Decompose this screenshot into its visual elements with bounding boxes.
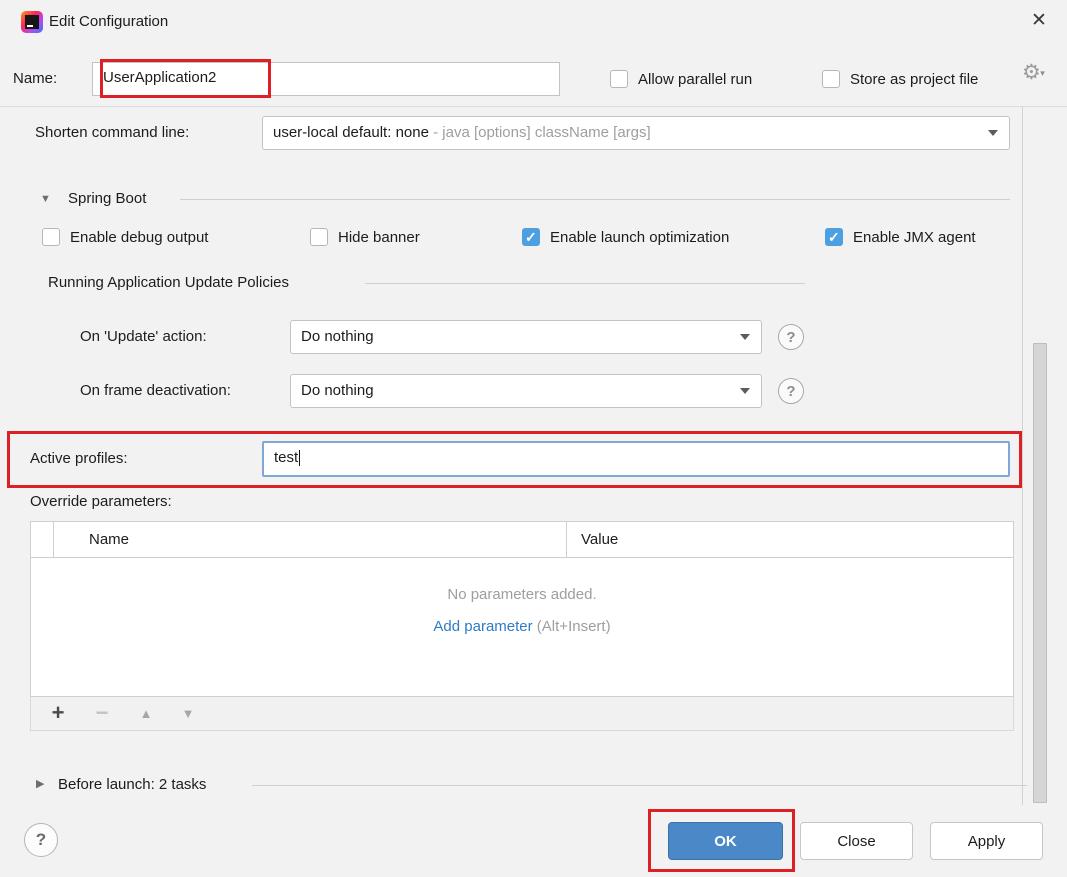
text-caret <box>299 450 300 466</box>
panel-top-border <box>0 106 1067 107</box>
allow-parallel-run-checkbox[interactable] <box>610 70 628 88</box>
before-launch-expand-icon[interactable]: ▶ <box>36 779 44 790</box>
before-launch-label: Before launch: 2 tasks <box>58 776 206 794</box>
name-label: Name: <box>13 70 57 88</box>
add-parameter-shortcut: (Alt+Insert) <box>533 618 611 635</box>
override-parameters-label: Override parameters: <box>30 493 172 511</box>
edit-configuration-dialog: Edit Configuration ✕ Name: UserApplicati… <box>0 0 1067 877</box>
help-icon[interactable]: ? <box>778 378 804 404</box>
enable-jmx-agent-checkbox[interactable] <box>825 228 843 246</box>
panel-right-border <box>1022 106 1023 805</box>
update-policies-section-title: Running Application Update Policies <box>48 274 289 292</box>
allow-parallel-run-label: Allow parallel run <box>638 71 752 89</box>
enable-jmx-agent-label: Enable JMX agent <box>853 229 976 247</box>
store-as-project-file-label: Store as project file <box>850 71 978 89</box>
add-parameter-line: Add parameter (Alt+Insert) <box>31 618 1013 635</box>
chevron-down-icon <box>740 388 750 394</box>
table-toolbar: + − ▲ ▼ <box>30 697 1014 731</box>
chevron-down-icon <box>988 130 998 136</box>
name-input-value: UserApplication2 <box>103 63 216 93</box>
column-header-name: Name <box>89 531 129 549</box>
ok-button[interactable]: OK <box>668 822 783 860</box>
active-profiles-label: Active profiles: <box>30 450 128 468</box>
add-icon[interactable]: + <box>43 697 73 729</box>
enable-debug-output-checkbox[interactable] <box>42 228 60 246</box>
on-update-action-dropdown[interactable]: Do nothing <box>290 320 762 354</box>
enable-debug-output-label: Enable debug output <box>70 229 208 247</box>
apply-button[interactable]: Apply <box>930 822 1043 860</box>
remove-icon[interactable]: − <box>87 697 117 729</box>
spring-boot-separator <box>180 199 1010 200</box>
hide-banner-label: Hide banner <box>338 229 420 247</box>
shorten-command-line-label: Shorten command line: <box>35 124 189 142</box>
spring-boot-collapse-icon[interactable]: ▼ <box>40 194 51 205</box>
dialog-help-button[interactable]: ? <box>24 823 58 857</box>
on-update-action-value: Do nothing <box>301 321 374 353</box>
table-header-row: Name Value <box>31 522 1013 558</box>
enable-launch-optimization-checkbox[interactable] <box>522 228 540 246</box>
close-button[interactable]: Close <box>800 822 913 860</box>
move-up-icon[interactable]: ▲ <box>131 697 161 729</box>
spring-boot-section-title: Spring Boot <box>68 190 146 208</box>
gear-icon[interactable]: ⚙ <box>1022 64 1041 82</box>
on-frame-deactivation-dropdown[interactable]: Do nothing <box>290 374 762 408</box>
active-profiles-value: test <box>274 449 298 466</box>
close-icon[interactable]: ✕ <box>1027 8 1051 32</box>
column-header-value: Value <box>581 531 618 549</box>
override-parameters-table: Name Value No parameters added. Add para… <box>30 521 1014 697</box>
on-frame-deactivation-label: On frame deactivation: <box>80 382 231 400</box>
enable-launch-optimization-label: Enable launch optimization <box>550 229 729 247</box>
empty-state-text: No parameters added. <box>31 586 1013 603</box>
add-parameter-link[interactable]: Add parameter <box>433 618 532 635</box>
shorten-command-line-dropdown[interactable]: user-local default: none - java [options… <box>262 116 1010 150</box>
chevron-down-icon <box>740 334 750 340</box>
hide-banner-checkbox[interactable] <box>310 228 328 246</box>
shorten-selected-value: user-local default: none <box>273 124 429 141</box>
before-launch-separator <box>252 785 1027 786</box>
on-frame-deactivation-value: Do nothing <box>301 375 374 407</box>
store-as-project-file-checkbox[interactable] <box>822 70 840 88</box>
help-icon[interactable]: ? <box>778 324 804 350</box>
update-policies-separator <box>365 283 805 284</box>
name-input[interactable]: UserApplication2 <box>92 62 560 96</box>
column-divider <box>53 522 54 558</box>
active-profiles-input[interactable]: test <box>262 441 1010 477</box>
scrollbar-thumb[interactable] <box>1033 343 1047 803</box>
on-update-action-label: On 'Update' action: <box>80 328 207 346</box>
intellij-logo-icon <box>21 11 43 33</box>
column-divider <box>566 522 567 558</box>
dialog-title: Edit Configuration <box>49 13 168 31</box>
move-down-icon[interactable]: ▼ <box>173 697 203 729</box>
shorten-selected-hint: - java [options] className [args] <box>429 124 651 141</box>
